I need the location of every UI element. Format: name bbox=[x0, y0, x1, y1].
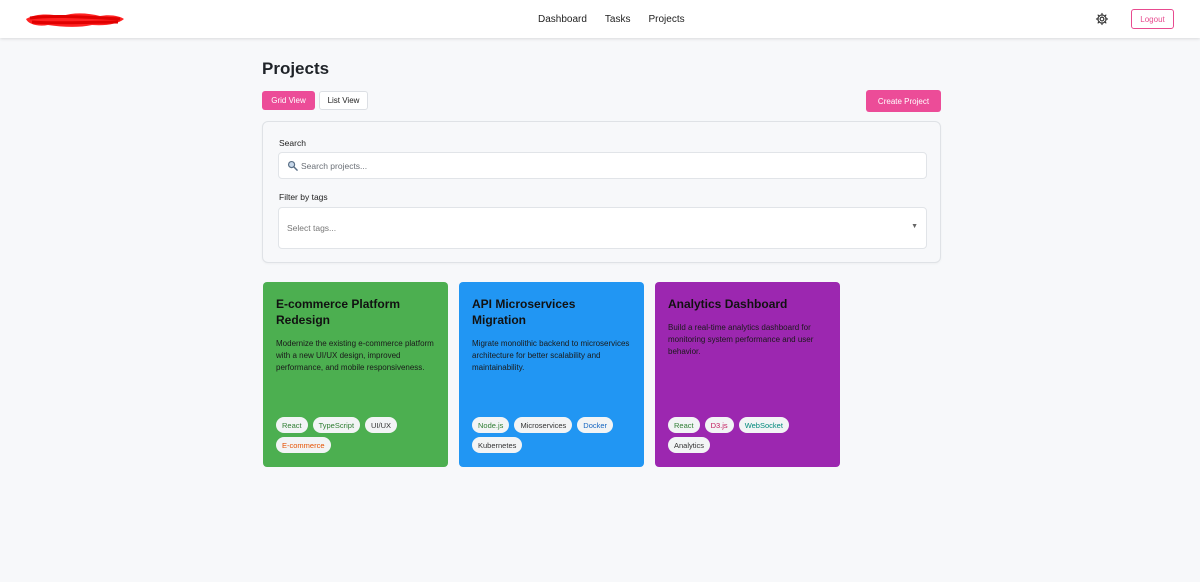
page-title: Projects bbox=[262, 59, 330, 78]
project-card-description: Build a real-time analytics dashboard fo… bbox=[668, 323, 814, 356]
top-navbar: Dashboard Tasks Projects Logout bbox=[0, 0, 1200, 38]
logo-redacted-scribble[interactable] bbox=[22, 10, 126, 30]
nav-projects-link[interactable]: Projects bbox=[648, 14, 684, 25]
project-card[interactable]: Analytics Dashboard Build a real-time an… bbox=[655, 282, 840, 467]
search-label: Search bbox=[279, 138, 306, 148]
main-nav: Dashboard Tasks Projects bbox=[538, 0, 685, 38]
list-view-button[interactable]: List View bbox=[319, 91, 368, 110]
filter-tags-label: Filter by tags bbox=[279, 192, 328, 202]
tag-chip: Kubernetes bbox=[472, 437, 523, 453]
tag-chip: TypeScript bbox=[312, 417, 361, 433]
tag-chip: React bbox=[668, 417, 700, 433]
project-card-title: API Microservices Migration bbox=[472, 297, 576, 327]
project-card-title: E-commerce Platform Redesign bbox=[276, 297, 401, 327]
tag-chip: Analytics bbox=[668, 437, 711, 453]
tag-chip: E-commerce bbox=[276, 437, 331, 453]
project-card-tags: React TypeScript UI/UX E-commerce bbox=[276, 417, 438, 453]
project-card-title: Analytics Dashboard bbox=[668, 297, 788, 311]
grid-view-button[interactable]: Grid View bbox=[262, 91, 315, 110]
logout-button[interactable]: Logout bbox=[1131, 9, 1174, 29]
tag-select-dropdown[interactable]: Select tags... ▼ bbox=[278, 207, 927, 249]
project-card-description: Modernize the existing e-commerce platfo… bbox=[276, 339, 434, 372]
project-card-description: Migrate monolithic backend to microservi… bbox=[472, 339, 630, 372]
nav-tasks-link[interactable]: Tasks bbox=[605, 14, 631, 25]
gear-icon[interactable] bbox=[1095, 12, 1109, 26]
project-card[interactable]: API Microservices Migration Migrate mono… bbox=[459, 282, 644, 467]
tag-chip: WebSocket bbox=[738, 417, 789, 433]
search-icon bbox=[287, 160, 298, 171]
search-box[interactable] bbox=[278, 152, 927, 179]
project-card-tags: React D3.js WebSocket Analytics bbox=[668, 417, 830, 453]
tag-chip: Node.js bbox=[472, 417, 510, 433]
search-input[interactable] bbox=[301, 153, 921, 178]
tag-chip: React bbox=[276, 417, 308, 433]
project-card[interactable]: E-commerce Platform Redesign Modernize t… bbox=[263, 282, 448, 467]
tag-chip: D3.js bbox=[704, 417, 734, 433]
nav-dashboard-link[interactable]: Dashboard bbox=[538, 14, 587, 25]
create-project-button[interactable]: Create Project bbox=[866, 90, 941, 112]
tag-chip: Docker bbox=[577, 417, 614, 433]
project-card-tags: Node.js Microservices Docker Kubernetes bbox=[472, 417, 634, 453]
tag-chip: Microservices bbox=[514, 417, 573, 433]
filter-panel: Search Filter by tags Select tags... ▼ bbox=[262, 121, 941, 263]
tag-chip: UI/UX bbox=[365, 417, 398, 433]
chevron-down-icon: ▼ bbox=[911, 223, 918, 230]
tag-select-placeholder: Select tags... bbox=[287, 223, 337, 233]
